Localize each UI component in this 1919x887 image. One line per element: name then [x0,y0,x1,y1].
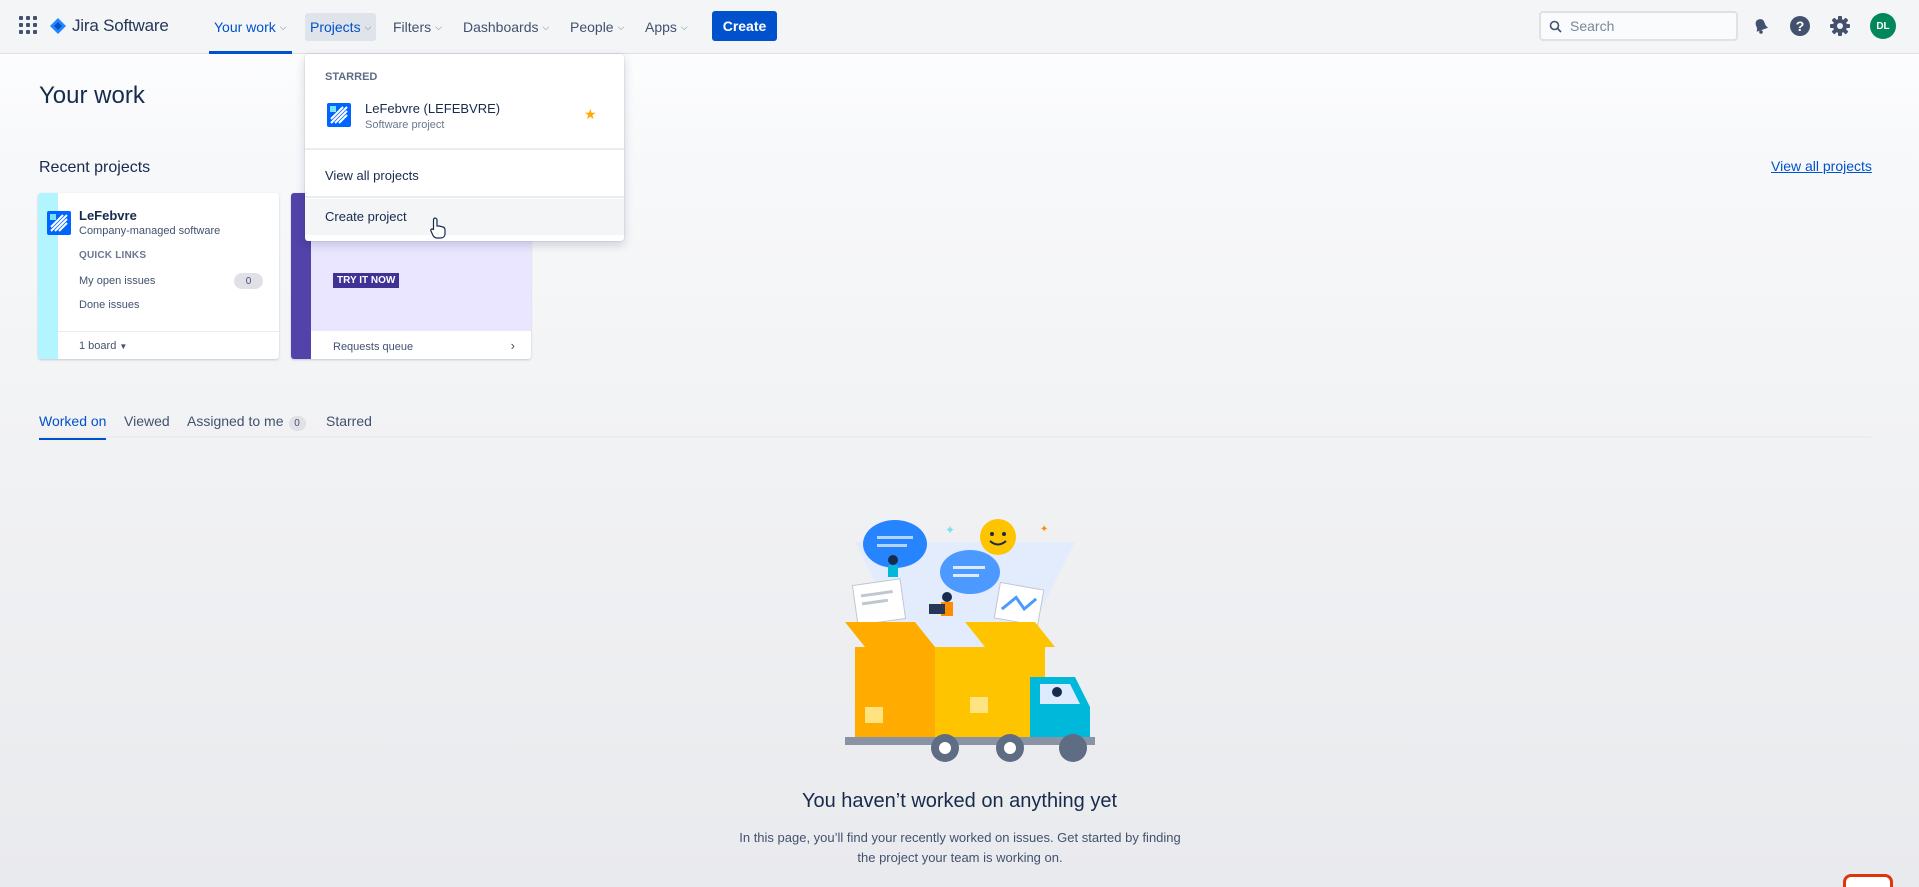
recent-projects-heading: Recent projects [39,159,151,176]
requests-queue-link[interactable]: Requests queue [333,341,413,353]
starred-heading: STARRED [325,71,378,83]
chevron-down-icon: ⌵ [680,21,688,32]
nav-your-work-label: Your work [214,19,276,35]
page-title: Your work [39,82,145,109]
chevron-down-icon: ⌵ [364,21,372,32]
tab-assigned-label: Assigned to me [187,413,284,429]
gear-icon [1830,16,1850,36]
boards-label: 1 board [79,340,117,352]
nav-dashboards-label: Dashboards [463,19,539,35]
star-icon[interactable]: ★ [584,106,597,123]
project-avatar-icon [327,103,351,127]
chevron-down-icon: ⌵ [617,21,625,32]
nav-filters[interactable]: Filters ⌵ [388,13,447,41]
quick-links-heading: QUICK LINKS [79,250,147,261]
notifications-icon[interactable] [1748,13,1774,39]
user-avatar[interactable]: DL [1870,13,1896,39]
nav-people[interactable]: People ⌵ [565,13,629,41]
project-name[interactable]: LeFebvre [79,208,137,223]
bell-icon [1755,19,1769,34]
menu-divider [305,148,624,150]
feedback-widget[interactable] [1843,874,1893,887]
svg-text:?: ? [1796,18,1805,34]
settings-icon[interactable] [1827,13,1853,39]
done-issues-link[interactable]: Done issues [79,299,140,311]
starred-project-type: Software project [365,119,445,131]
chevron-down-icon: ▼ [119,342,128,351]
delivery-truck-illustration: ✦ ✦ [845,519,1095,762]
search-input[interactable] [1570,18,1720,34]
project-avatar-icon [47,211,71,235]
empty-state-title: You haven’t worked on anything yet [801,790,1118,812]
jira-diamond-icon [50,18,66,34]
chevron-down-icon: ⌵ [435,21,442,32]
svg-text:✦: ✦ [1040,524,1048,535]
nav-projects-label: Projects [310,19,361,35]
question-mark-icon: ? [1790,16,1810,36]
nav-your-work[interactable]: Your work ⌵ [209,13,292,54]
app-switcher-icon[interactable] [19,16,37,34]
nav-projects[interactable]: Projects ⌵ [305,13,377,41]
create-project-menu-item[interactable]: Create project [305,199,624,235]
chevron-down-icon: ⌵ [542,21,550,32]
top-navigation: Jira Software Your work ⌵ Projects ⌵ Filte… [0,0,1919,54]
tab-worked-on[interactable]: Worked on [39,413,107,440]
tab-viewed[interactable]: Viewed [124,413,170,438]
create-button[interactable]: Create [712,11,777,41]
help-icon[interactable]: ? [1787,13,1813,39]
view-all-projects-menu-item[interactable]: View all projects [305,158,624,194]
chevron-down-icon: ⌵ [279,21,287,32]
menu-divider [305,196,624,198]
project-card-lefebvre[interactable]: LeFebvre Company-managed software QUICK … [38,193,279,359]
open-issues-count-badge: 0 [234,273,263,289]
try-it-now-button[interactable]: TRY IT NOW [333,273,400,288]
boards-dropdown[interactable]: 1 board ▼ [79,340,127,352]
empty-state-description: In this page, you’ll find your recently … [739,830,1181,865]
svg-text:✦: ✦ [945,523,955,537]
my-open-issues-link[interactable]: My open issues [79,275,155,287]
work-tabs: Worked on Viewed Assigned to me 0 Starred [39,413,1871,440]
nav-filters-label: Filters [393,19,432,35]
jira-logo[interactable]: Jira Software [50,13,169,39]
tab-assigned-to-me[interactable]: Assigned to me 0 [187,413,306,438]
tab-starred[interactable]: Starred [326,413,372,438]
hand-cursor-icon [430,217,446,239]
nav-people-label: People [570,19,614,35]
starred-project-item[interactable]: LeFebvre (LEFEBVRE) Software project ★ [305,94,624,144]
nav-apps[interactable]: Apps ⌵ [640,13,693,41]
search-field[interactable] [1539,11,1738,41]
card-divider [58,331,279,332]
view-all-projects-link[interactable]: View all projects [1771,158,1872,174]
chevron-right-icon[interactable]: › [511,338,515,353]
product-name: Jira Software [72,16,169,35]
assigned-count-badge: 0 [288,416,306,431]
search-icon [1549,20,1562,33]
projects-dropdown-menu: STARRED LeFebvre (LEFEBVRE) Software pro… [305,54,624,241]
nav-apps-label: Apps [645,19,677,35]
nav-dashboards[interactable]: Dashboards ⌵ [458,13,554,41]
project-type: Company-managed software [79,225,221,237]
starred-project-name: LeFebvre (LEFEBVRE) [365,101,501,116]
